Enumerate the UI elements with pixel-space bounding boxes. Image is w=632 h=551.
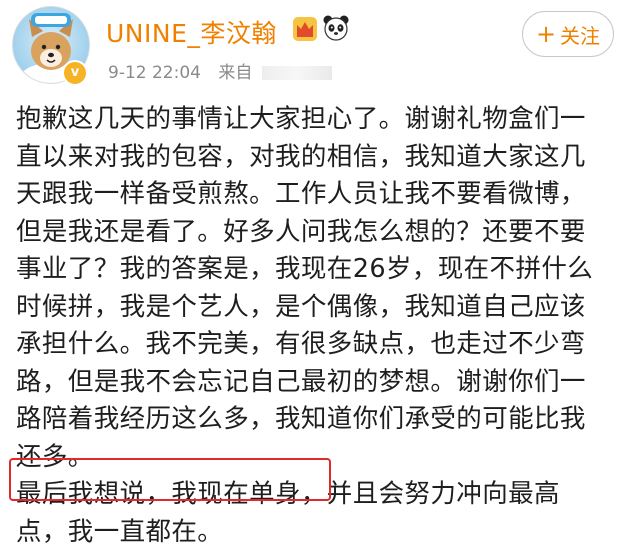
content-line: 但是我还是看了。好多人问我怎么想的？还要不要 bbox=[16, 216, 586, 247]
content-line: 时候拼，我是个艺人，是个偶像，我知道自己应该 bbox=[16, 291, 586, 322]
panda-icon bbox=[323, 15, 349, 41]
crown-icon bbox=[293, 17, 317, 41]
highlight-annotation-box bbox=[9, 458, 331, 501]
post-header: v UNINE_李汶翰 + 关注 9-12 22:04 来自 bbox=[0, 0, 632, 100]
source-prefix: 来自 bbox=[218, 63, 253, 83]
username[interactable]: UNINE_李汶翰 bbox=[106, 14, 277, 50]
content-line: 承担什么。我不完美，有很多缺点，也走过不少弯 bbox=[16, 329, 586, 359]
blurred-source bbox=[261, 66, 332, 80]
content-line: 点，我一直都在。 bbox=[16, 516, 224, 547]
follow-label: 关注 bbox=[560, 23, 601, 48]
plus-icon: + bbox=[535, 20, 557, 48]
follow-button[interactable]: + 关注 bbox=[522, 11, 614, 57]
post-meta: 9-12 22:04 来自 bbox=[108, 58, 332, 83]
content-line: 事业了？我的答案是，我现在26岁，现在不拼什么 bbox=[16, 254, 594, 284]
post-time: 9-12 22:04 bbox=[108, 63, 201, 83]
content-line: 直以来对我的包容，对我的相信，我知道大家这几 bbox=[16, 141, 586, 172]
content-line: 路陪着我经历这么多，我知道你们承受的可能比我 bbox=[16, 404, 586, 434]
content-line: 天跟我一样备受煎熬。工作人员让我不要看微博， bbox=[16, 179, 586, 209]
content-line: 抱歉这几天的事情让大家担心了。谢谢礼物盒们一 bbox=[16, 104, 586, 134]
content-line: 路，但是我不会忘记自己最初的梦想。谢谢你们一 bbox=[16, 366, 586, 397]
verified-badge-icon: v bbox=[62, 60, 88, 86]
